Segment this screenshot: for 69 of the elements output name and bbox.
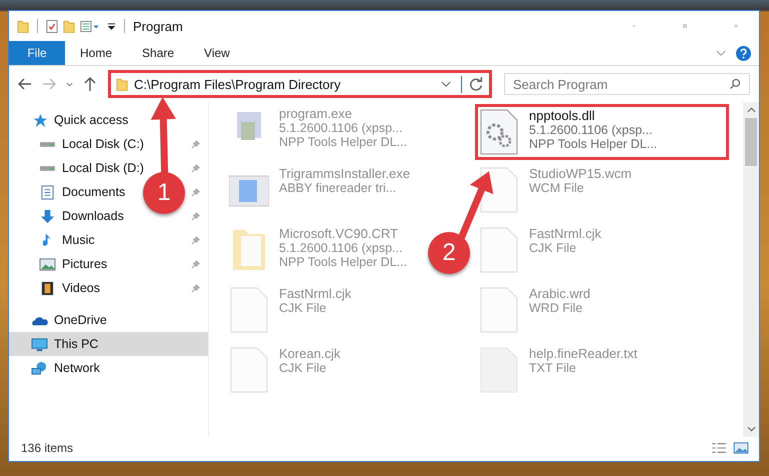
file-detail: NPP Tools Helper DL... [529, 137, 658, 151]
monitor-icon [31, 336, 48, 352]
drive-icon [39, 140, 56, 148]
sidebar-item[interactable]: Local Disk (C:) [62, 137, 144, 151]
file-icon [479, 226, 519, 274]
sidebar-item[interactable]: Pictures [62, 257, 108, 271]
search-icon [729, 78, 741, 90]
file-detail: WCM File [529, 181, 585, 195]
properties-icon[interactable] [46, 18, 58, 34]
picture-icon [39, 256, 56, 272]
scroll-thumb[interactable] [745, 118, 757, 166]
file-icon [479, 286, 519, 334]
sidebar-item[interactable]: Videos [62, 281, 100, 295]
network-icon [31, 360, 48, 376]
address-path: C:\Program Files\Program Directory [134, 76, 342, 92]
scrollbar[interactable] [743, 102, 759, 437]
back-icon[interactable] [17, 76, 33, 92]
ribbon-tab[interactable]: Home [65, 41, 128, 65]
scroll-down-icon[interactable] [746, 426, 756, 432]
window-title: Program [133, 18, 183, 34]
file-detail: TXT File [529, 361, 577, 375]
file-icon [229, 346, 269, 394]
file-detail: CJK File [279, 301, 328, 315]
file-detail: WRD File [529, 301, 584, 315]
download-arrow-icon [39, 208, 56, 224]
expand-ribbon-icon[interactable] [716, 50, 726, 56]
dropdown-icon[interactable] [107, 22, 116, 30]
file-detail: 5.1.2600.1106 (xpsp... [529, 123, 654, 137]
film-icon [39, 280, 56, 296]
sidebar-item[interactable]: OneDrive [54, 313, 107, 327]
ribbon-tab[interactable]: View [189, 41, 245, 65]
sidebar-item[interactable]: Downloads [62, 209, 124, 223]
gear-file-icon [479, 108, 519, 156]
music-note-icon [43, 232, 52, 248]
folder-icon [17, 18, 29, 34]
sidebar-item[interactable]: Local Disk (D:) [62, 161, 144, 175]
sidebar-item[interactable]: Documents [62, 185, 126, 199]
chevron-down-icon[interactable] [441, 80, 451, 88]
document-icon [39, 184, 56, 200]
file-detail: ABBY finereader tri... [279, 181, 398, 195]
file-detail: CJK File [279, 361, 328, 375]
scroll-up-icon[interactable] [746, 107, 756, 113]
file-detail: NPP Tools Helper DL... [279, 255, 408, 269]
address-bar[interactable]: C:\Program Files\Program Directory [108, 70, 492, 98]
help-icon[interactable] [736, 46, 751, 60]
file-icon [479, 346, 519, 394]
item-count: 136 items [21, 441, 74, 455]
drive-icon [39, 164, 56, 172]
search-field[interactable]: Search Program [504, 73, 750, 95]
file-tab[interactable]: File [9, 41, 65, 65]
folder-icon [116, 76, 128, 92]
recent-locations-icon[interactable] [65, 82, 74, 86]
highlighted-file[interactable]: npptools.dll 5.1.2600.1106 (xpsp... NPP Tools Helper DL... [475, 104, 729, 160]
sidebar-item[interactable]: Music [62, 233, 95, 247]
file-detail: 5.1.2600.1106 (xpsp... [279, 241, 404, 255]
file-detail: 5.1.2600.1106 (xpsp... [279, 121, 404, 135]
selected-sidebar-item[interactable]: This PC [9, 332, 208, 356]
details-view-icon[interactable] [711, 442, 727, 454]
sidebar-label: This PC [54, 337, 98, 351]
file-detail: NPP Tools Helper DL... [279, 135, 408, 149]
ribbon-tab[interactable]: Share [127, 41, 190, 65]
sidebar-item[interactable]: Quick access [54, 113, 128, 127]
file-detail: CJK File [529, 241, 578, 255]
star-icon [31, 112, 48, 128]
file-icon [229, 286, 269, 334]
sidebar-item[interactable]: Network [54, 361, 100, 375]
file-name: npptools.dll [529, 108, 596, 123]
large-icons-view-icon[interactable] [733, 442, 749, 454]
up-icon[interactable] [82, 76, 98, 92]
